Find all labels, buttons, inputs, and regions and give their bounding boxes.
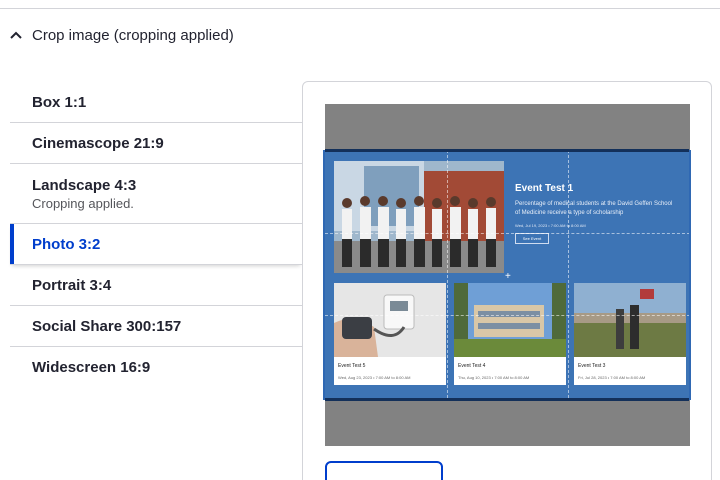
tab-status: Cropping applied. — [32, 195, 134, 211]
crop-image-toggle[interactable]: Crop image (cropping applied) — [8, 22, 234, 48]
tab-cinemascope-21-9[interactable]: Cinemascope 21:9 — [10, 123, 302, 164]
reset-button[interactable]: Reset — [325, 461, 443, 480]
crop-selection-box[interactable] — [323, 149, 691, 401]
tab-label: Portrait 3:4 — [32, 276, 112, 294]
tab-photo-3-2[interactable]: Photo 3:2 — [10, 224, 302, 265]
tab-label: Widescreen 16:9 — [32, 359, 151, 376]
top-divider — [0, 8, 720, 9]
tab-landscape-4-3[interactable]: Landscape 4:3 Cropping applied. — [10, 164, 302, 224]
chevron-up-icon — [10, 31, 22, 39]
tab-social-share-300-157[interactable]: Social Share 300:157 — [10, 306, 302, 347]
crop-tabs: Box 1:1 Cinemascope 21:9 Landscape 4:3 C… — [10, 82, 302, 388]
tab-widescreen-16-9[interactable]: Widescreen 16:9 — [10, 347, 302, 388]
crop-handle-bottom[interactable] — [325, 398, 689, 401]
tab-label: Social Share 300:157 — [32, 317, 182, 335]
tab-portrait-3-4[interactable]: Portrait 3:4 — [10, 265, 302, 306]
crop-handle-top[interactable] — [325, 149, 689, 152]
tab-box-1-1[interactable]: Box 1:1 — [10, 82, 302, 123]
tab-label: Landscape 4:3 — [32, 176, 137, 194]
tab-label: Photo 3:2 — [32, 235, 101, 253]
tab-label: Box 1:1 — [32, 93, 87, 111]
section-title: Crop image (cropping applied) — [32, 26, 234, 44]
tab-label: Cinemascope 21:9 — [32, 134, 164, 152]
